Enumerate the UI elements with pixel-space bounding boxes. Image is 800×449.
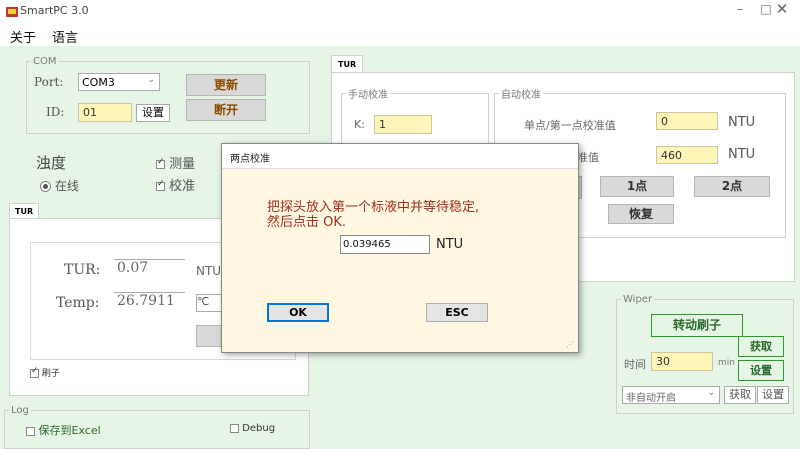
chevron-down-icon: ⌄ (147, 75, 155, 85)
id-label: ID: (46, 105, 65, 119)
online-radio[interactable]: 在线 (40, 177, 79, 194)
window-title: SmartPC 3.0 (20, 4, 89, 17)
brush-label: 刷子 (41, 369, 60, 379)
turbidity-title: 浊度 (36, 154, 67, 172)
wiper-get-button[interactable]: 获取 (738, 336, 784, 357)
point1-label: 单点/第一点校准值 (524, 119, 616, 132)
minimize-icon[interactable]: – (728, 2, 752, 16)
time-label: 时间 (624, 358, 646, 371)
com-group: COM (26, 56, 310, 134)
disconnect-button[interactable]: 断开 (186, 99, 266, 121)
debug-check-icon (230, 423, 239, 433)
k-input[interactable]: 1 (374, 115, 432, 134)
id-input[interactable]: 01 (78, 103, 132, 122)
tur-value: 0.07 (114, 259, 185, 280)
point2-unit: NTU (728, 147, 756, 162)
point2-input[interactable]: 460 (656, 146, 718, 164)
dialog-value-input[interactable]: 0.039465 (340, 235, 430, 254)
time-unit: min (718, 358, 735, 368)
temp-label: Temp: (56, 295, 100, 311)
esc-button[interactable]: ESC (426, 303, 488, 322)
time-input[interactable]: 30 (651, 352, 713, 371)
log-legend: Log (11, 405, 29, 416)
measure-label: 测量 (169, 157, 196, 172)
auto-get-button[interactable]: 获取 (724, 386, 756, 404)
dialog-title-bar: 两点校准 (222, 144, 578, 169)
ok-button[interactable]: OK (267, 303, 329, 322)
dialog-unit: NTU (436, 237, 464, 252)
menu-about[interactable]: 关于 (10, 27, 36, 46)
com-legend: COM (33, 56, 57, 67)
port-value: COM3 (82, 76, 115, 89)
title-bar: SmartPC 3.0 – □ ✕ (0, 0, 800, 24)
auto-legend: 自动校准 (501, 90, 541, 101)
two-point-calibration-dialog: 两点校准 把探头放入第一个标液中并等待稳定, 然后点击 OK. 0.039465… (221, 143, 579, 353)
two-point-button[interactable]: 2点 (694, 176, 770, 197)
calibrate-checkbox[interactable]: ✓ 校准 (156, 175, 195, 194)
tur-unit: NTU (196, 264, 222, 278)
save-excel-label: 保存到Excel (38, 424, 101, 437)
auto-start-value: 非自动开启 (626, 393, 676, 404)
brush-checkbox[interactable]: ✓ 刷子 (30, 366, 60, 379)
debug-label: Debug (242, 423, 276, 434)
id-set-button[interactable]: 设置 (136, 104, 170, 122)
menu-language[interactable]: 语言 (52, 27, 78, 46)
restore-button[interactable]: 恢复 (608, 204, 674, 224)
online-label: 在线 (54, 179, 79, 193)
resize-grip-icon[interactable]: ⋰ (566, 340, 574, 349)
tab-tur-right[interactable]: TUR (331, 55, 364, 73)
tab-tur-left[interactable]: TUR (9, 203, 40, 219)
brush-check-icon: ✓ (30, 366, 39, 378)
one-point-button[interactable]: 1点 (600, 176, 674, 197)
tur-label: TUR: (64, 262, 101, 278)
auto-set-button[interactable]: 设置 (757, 386, 789, 404)
auto-start-select[interactable]: 非自动开启 ⌄ (622, 386, 720, 404)
wiper-legend: Wiper (623, 294, 653, 305)
menu-bar: 关于 语言 (0, 24, 800, 46)
close-icon[interactable]: ✕ (770, 0, 794, 18)
dialog-title: 两点校准 (230, 154, 270, 165)
manual-legend: 手动校准 (348, 90, 388, 101)
point1-unit: NTU (728, 115, 756, 130)
measure-check-icon: ✓ (156, 157, 165, 169)
port-label: Port: (34, 75, 64, 89)
rotate-brush-button[interactable]: 转动刷子 (651, 314, 743, 337)
point2-label: 准值 (577, 151, 599, 164)
debug-checkbox[interactable]: Debug (230, 423, 275, 434)
calibrate-label: 校准 (169, 179, 196, 194)
app-icon (6, 6, 18, 18)
port-select[interactable]: COM3 ⌄ (78, 73, 160, 91)
calibrate-check-icon: ✓ (156, 179, 165, 191)
dialog-message-line2: 然后点击 OK. (267, 215, 347, 230)
point1-input[interactable]: 0 (656, 112, 718, 130)
wiper-set-button[interactable]: 设置 (738, 360, 784, 381)
temp-value: 26.7911 (114, 292, 185, 313)
measure-checkbox[interactable]: ✓ 测量 (156, 153, 195, 172)
save-excel-checkbox[interactable]: 保存到Excel (26, 422, 101, 438)
k-label: K: (354, 118, 365, 131)
save-excel-check-icon (26, 426, 35, 436)
refresh-button[interactable]: 更新 (186, 74, 266, 96)
chevron-down-icon: ⌄ (707, 388, 715, 398)
